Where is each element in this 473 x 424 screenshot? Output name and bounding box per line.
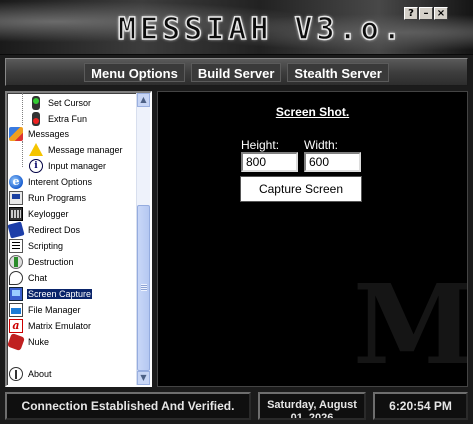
tree-scrollbar[interactable]: ▲ ▼: [136, 93, 150, 385]
about-icon: [9, 366, 23, 381]
app-title: MESSIAH V3.o.: [117, 11, 405, 47]
window-controls: ? – ×: [404, 7, 448, 20]
tree-item-redirect-dos[interactable]: Redirect Dos: [7, 220, 81, 239]
internet-explorer-icon: e: [9, 174, 23, 189]
tree-item-label: File Manager: [28, 304, 81, 315]
run-programs-icon: [9, 190, 23, 205]
nuke-icon: [7, 332, 25, 351]
tree-item-about[interactable]: About: [9, 366, 53, 381]
connection-status: Connection Established And Verified.: [5, 392, 251, 420]
tree-item-label: Input manager: [48, 160, 107, 171]
tree-connector: [22, 93, 23, 125]
date-display: Saturday, August 01, 2026: [258, 392, 366, 420]
tree-item-label: Messages: [28, 128, 70, 139]
screen-shot-panel: M Screen Shot. Height: 800 Width: 600 Ca…: [157, 91, 468, 387]
tree-item-label: Run Programs: [28, 192, 87, 203]
chat-icon: [9, 270, 23, 285]
traffic-light-red-icon: [32, 111, 40, 126]
tree-connector: [22, 141, 23, 167]
messages-icon: [9, 126, 23, 141]
matrix-icon: a: [9, 318, 23, 333]
tree-item-input-manager[interactable]: i Input manager: [29, 158, 107, 173]
scroll-up-arrow-icon[interactable]: ▲: [137, 93, 150, 107]
height-input[interactable]: 800: [241, 152, 298, 172]
tree-item-label: Screen Capture: [27, 288, 93, 299]
traffic-light-green-icon: [32, 95, 40, 110]
tree-item-label: Keylogger: [28, 208, 69, 219]
screen-capture-icon: [9, 286, 23, 301]
close-button[interactable]: ×: [434, 7, 448, 20]
tree-item-matrix-emulator[interactable]: a Matrix Emulator: [9, 318, 92, 333]
scrollbar-grip: [141, 284, 147, 291]
watermark-logo: M: [353, 260, 468, 387]
help-button[interactable]: ?: [404, 7, 418, 20]
script-icon: [9, 238, 23, 253]
info-icon: i: [29, 158, 43, 173]
time-display: 6:20:54 PM: [373, 392, 468, 420]
tree-item-set-cursor[interactable]: Set Cursor: [29, 95, 92, 110]
tree-item-label: Matrix Emulator: [28, 320, 92, 331]
tree-item-chat[interactable]: Chat: [9, 270, 48, 285]
width-input[interactable]: 600: [304, 152, 361, 172]
tree-item-nuke[interactable]: Nuke: [7, 332, 50, 351]
keyboard-icon: [9, 206, 23, 221]
tree-item-messages[interactable]: Messages: [9, 126, 70, 141]
tree-item-internet-options[interactable]: e Interent Options: [9, 174, 93, 189]
tree-item-label: Interent Options: [28, 176, 93, 187]
height-label: Height:: [241, 138, 280, 152]
tree-item-label: Scripting: [28, 240, 64, 251]
tree-item-keylogger[interactable]: Keylogger: [9, 206, 70, 221]
tree-item-destruction[interactable]: Destruction: [9, 254, 75, 269]
title-banner: MESSIAH V3.o. ? – ×: [0, 0, 473, 55]
tree-item-run-programs[interactable]: Run Programs: [9, 190, 87, 205]
menu-options-button[interactable]: Menu Options: [84, 62, 185, 82]
scroll-down-arrow-icon[interactable]: ▼: [137, 371, 150, 385]
width-label: Width:: [304, 138, 339, 152]
tree-item-label: Set Cursor: [48, 97, 92, 108]
tree-item-label: Extra Fun: [48, 113, 88, 124]
top-nav-bar: Menu Options Build Server Stealth Server: [5, 58, 468, 86]
tree-item-screen-capture[interactable]: Screen Capture: [9, 286, 93, 301]
stealth-server-button[interactable]: Stealth Server: [287, 62, 389, 82]
tree-item-extra-fun[interactable]: Extra Fun: [29, 111, 88, 126]
tree-item-scripting[interactable]: Scripting: [9, 238, 64, 253]
tree-item-label: Chat: [28, 272, 48, 283]
tree-item-label: Destruction: [28, 256, 74, 267]
destruction-icon: [9, 254, 23, 269]
tree-item-label: Message manager: [48, 144, 123, 155]
build-server-button[interactable]: Build Server: [190, 62, 282, 82]
tree-item-message-manager[interactable]: Message manager: [29, 142, 124, 157]
panel-title: Screen Shot.: [275, 105, 350, 119]
tree-item-label: About: [28, 368, 52, 379]
scrollbar-thumb[interactable]: [137, 205, 150, 371]
minimize-button[interactable]: –: [419, 7, 433, 20]
file-manager-icon: [9, 302, 23, 317]
tree-item-label: Redirect Dos: [28, 224, 81, 235]
tree-item-file-manager[interactable]: File Manager: [9, 302, 82, 317]
warning-icon: [29, 143, 43, 156]
options-tree[interactable]: Set Cursor Extra Fun Messages Message ma…: [5, 91, 152, 387]
tree-item-label: Nuke: [28, 336, 50, 347]
capture-screen-button[interactable]: Capture Screen: [240, 176, 362, 202]
redirect-icon: [7, 220, 25, 239]
